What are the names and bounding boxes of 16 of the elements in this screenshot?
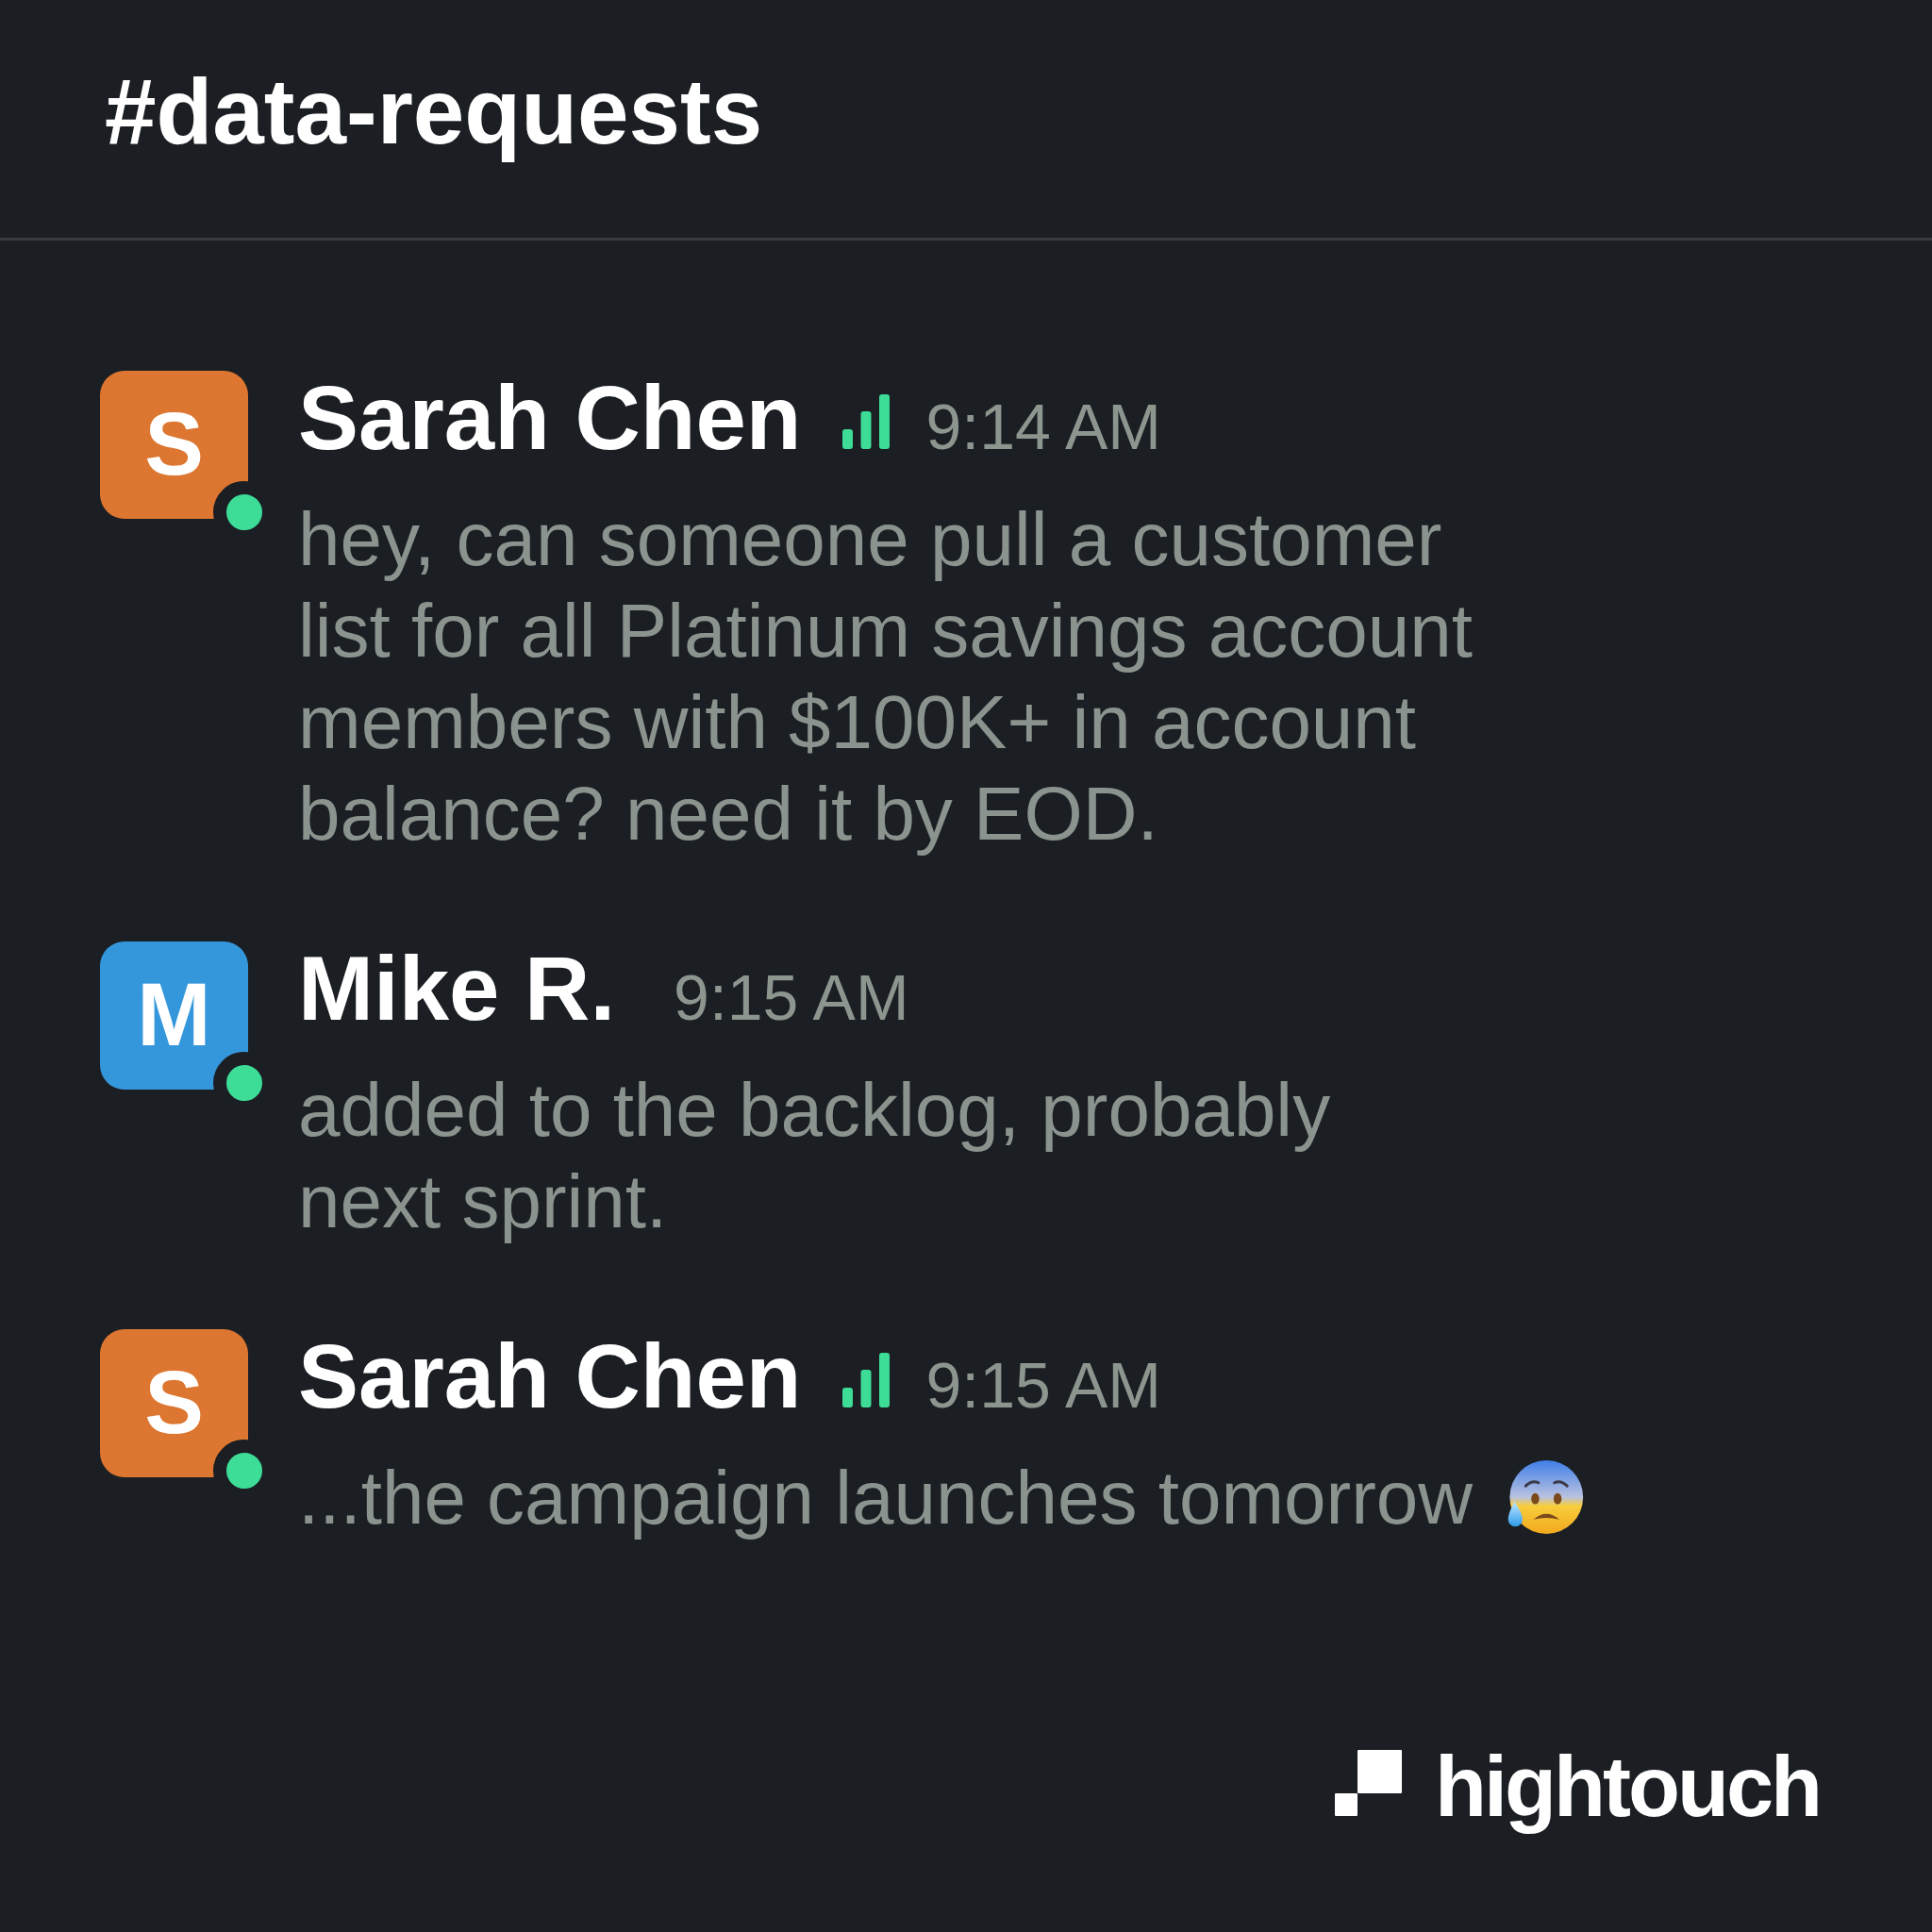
sender-name: Mike R. — [298, 941, 616, 1036]
channel-title: #data-requests — [105, 58, 763, 165]
logo-wordmark: hightouch — [1435, 1738, 1820, 1836]
logo-icon — [1335, 1750, 1403, 1816]
sender-name: Sarah Chen — [298, 370, 802, 465]
avatar: M — [100, 941, 248, 1090]
avatar: S — [100, 370, 248, 519]
sender-name: Sarah Chen — [298, 1328, 802, 1424]
message-text: ...the campaign launches tomorrow — [298, 1454, 1474, 1541]
timestamp: 9:15 AM — [674, 959, 909, 1035]
anxious-sweat-face-icon — [1507, 1459, 1585, 1536]
message-text: added to the backlog, probably next sprint. — [298, 1066, 1332, 1245]
message-text: hey, can someone pull a customer list for all Platinum savings account members with $100K+ in account balance? need it by EOD. — [298, 495, 1474, 858]
timestamp: 9:15 AM — [925, 1347, 1161, 1423]
avatar: S — [100, 1328, 248, 1477]
timestamp: 9:14 AM — [925, 389, 1161, 464]
